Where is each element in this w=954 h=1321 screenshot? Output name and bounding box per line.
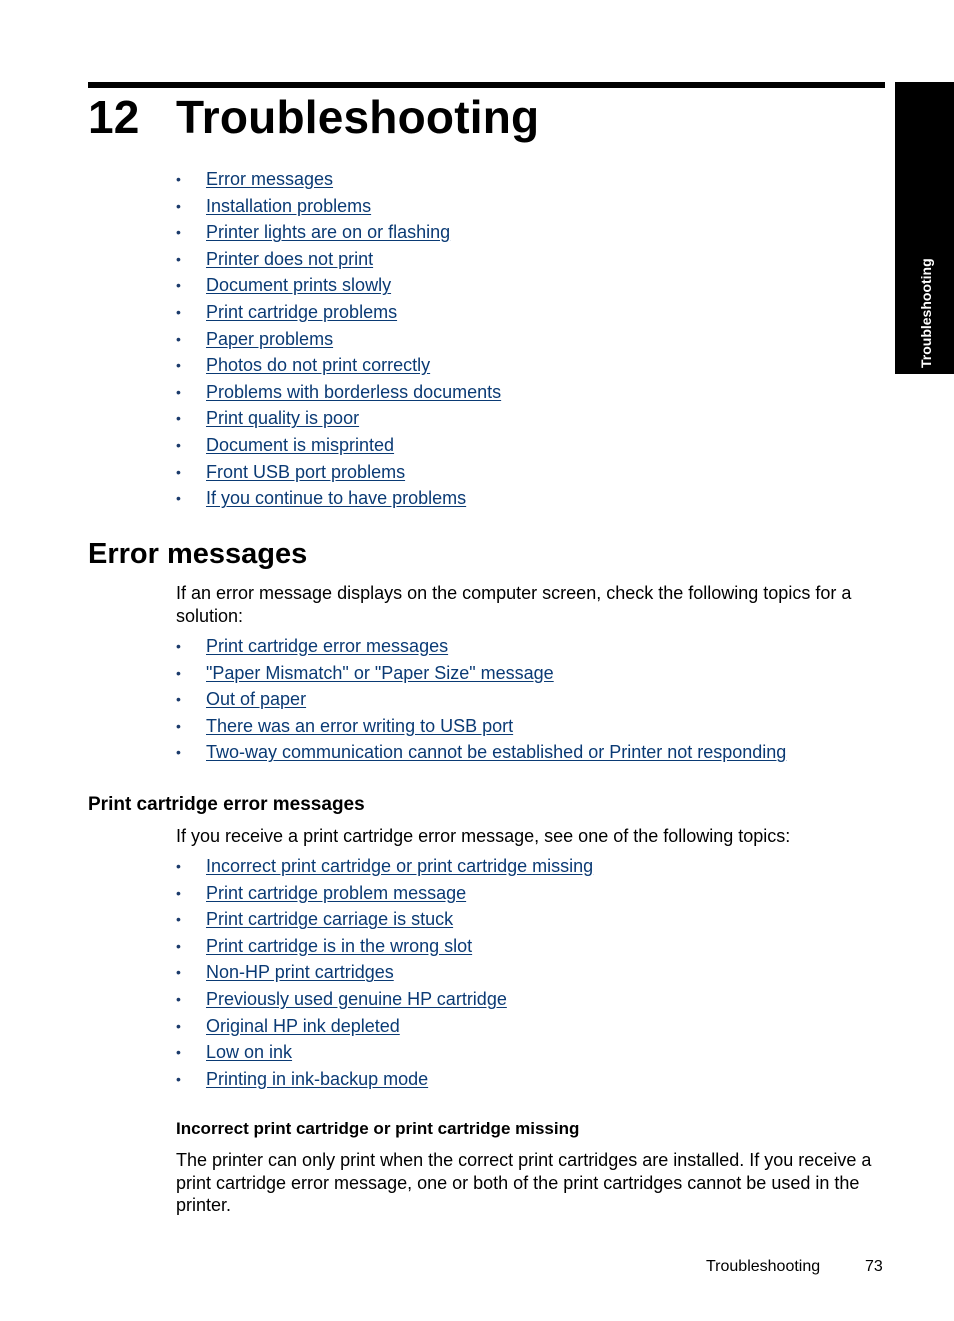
toc-link-continue-problems[interactable]: If you continue to have problems: [206, 488, 466, 508]
toc-link-document-prints-slowly[interactable]: Document prints slowly: [206, 275, 391, 295]
link-carriage-stuck[interactable]: Print cartridge carriage is stuck: [206, 909, 453, 929]
link-cartridge-problem-message[interactable]: Print cartridge problem message: [206, 883, 466, 903]
toc-item: Error messages: [176, 166, 501, 193]
print-cartridge-errors-list: Incorrect print cartridge or print cartr…: [176, 853, 593, 1092]
side-tab: Troubleshooting: [895, 82, 954, 374]
list-item: Print cartridge carriage is stuck: [176, 906, 593, 933]
list-item: Low on ink: [176, 1039, 593, 1066]
link-previously-used[interactable]: Previously used genuine HP cartridge: [206, 989, 507, 1009]
list-item: Print cartridge error messages: [176, 633, 786, 660]
toc-item: Front USB port problems: [176, 459, 501, 486]
list-item: Two-way communication cannot be establis…: [176, 739, 786, 766]
chapter-toc: Error messages Installation problems Pri…: [176, 166, 501, 512]
toc-link-misprinted[interactable]: Document is misprinted: [206, 435, 394, 455]
chapter-number: 12: [88, 91, 140, 143]
toc-item: Document prints slowly: [176, 272, 501, 299]
list-item: "Paper Mismatch" or "Paper Size" message: [176, 660, 786, 687]
link-usb-port-error[interactable]: There was an error writing to USB port: [206, 716, 513, 736]
toc-link-printer-does-not-print[interactable]: Printer does not print: [206, 249, 373, 269]
link-ink-backup-mode[interactable]: Printing in ink-backup mode: [206, 1069, 428, 1089]
link-non-hp-cartridges[interactable]: Non-HP print cartridges: [206, 962, 394, 982]
print-cartridge-errors-intro: If you receive a print cartridge error m…: [176, 826, 791, 846]
toc-link-printer-lights[interactable]: Printer lights are on or flashing: [206, 222, 450, 242]
list-item: Printing in ink-backup mode: [176, 1066, 593, 1093]
subsubsection-heading-incorrect-cartridge: Incorrect print cartridge or print cartr…: [176, 1119, 580, 1138]
footer-page-number: 73: [865, 1258, 883, 1275]
toc-link-print-cartridge-problems[interactable]: Print cartridge problems: [206, 302, 397, 322]
link-low-on-ink[interactable]: Low on ink: [206, 1042, 292, 1062]
toc-item: Print quality is poor: [176, 405, 501, 432]
list-item: Incorrect print cartridge or print cartr…: [176, 853, 593, 880]
incorrect-cartridge-body: The printer can only print when the corr…: [176, 1150, 872, 1215]
list-item: Print cartridge problem message: [176, 880, 593, 907]
toc-item: If you continue to have problems: [176, 485, 501, 512]
toc-item: Installation problems: [176, 193, 501, 220]
subsection-heading-print-cartridge-errors: Print cartridge error messages: [88, 794, 365, 815]
toc-item: Print cartridge problems: [176, 299, 501, 326]
chapter-title-text: Troubleshooting: [176, 91, 540, 143]
link-ink-depleted[interactable]: Original HP ink depleted: [206, 1016, 400, 1036]
side-tab-label: Troubleshooting: [918, 258, 934, 368]
toc-link-paper-problems[interactable]: Paper problems: [206, 329, 333, 349]
toc-link-installation-problems[interactable]: Installation problems: [206, 196, 371, 216]
link-paper-mismatch[interactable]: "Paper Mismatch" or "Paper Size" message: [206, 663, 554, 683]
toc-item: Paper problems: [176, 326, 501, 353]
section-heading-error-messages: Error messages: [88, 538, 308, 570]
link-incorrect-cartridge[interactable]: Incorrect print cartridge or print cartr…: [206, 856, 593, 876]
link-print-cartridge-error-messages[interactable]: Print cartridge error messages: [206, 636, 448, 656]
list-item: Non-HP print cartridges: [176, 959, 593, 986]
toc-link-error-messages[interactable]: Error messages: [206, 169, 333, 189]
toc-link-borderless[interactable]: Problems with borderless documents: [206, 382, 501, 402]
link-two-way-communication[interactable]: Two-way communication cannot be establis…: [206, 742, 786, 762]
toc-item: Photos do not print correctly: [176, 352, 501, 379]
list-item: Original HP ink depleted: [176, 1013, 593, 1040]
toc-link-print-quality[interactable]: Print quality is poor: [206, 408, 359, 428]
link-out-of-paper[interactable]: Out of paper: [206, 689, 306, 709]
chapter-title: 12 Troubleshooting: [88, 88, 539, 146]
toc-link-front-usb[interactable]: Front USB port problems: [206, 462, 405, 482]
link-wrong-slot[interactable]: Print cartridge is in the wrong slot: [206, 936, 472, 956]
toc-item: Document is misprinted: [176, 432, 501, 459]
list-item: Print cartridge is in the wrong slot: [176, 933, 593, 960]
list-item: Out of paper: [176, 686, 786, 713]
toc-item: Problems with borderless documents: [176, 379, 501, 406]
error-messages-intro: If an error message displays on the comp…: [176, 583, 852, 626]
toc-link-photos[interactable]: Photos do not print correctly: [206, 355, 430, 375]
toc-item: Printer does not print: [176, 246, 501, 273]
list-item: Previously used genuine HP cartridge: [176, 986, 593, 1013]
list-item: There was an error writing to USB port: [176, 713, 786, 740]
footer-section-label: Troubleshooting: [706, 1258, 821, 1275]
toc-item: Printer lights are on or flashing: [176, 219, 501, 246]
error-messages-list: Print cartridge error messages "Paper Mi…: [176, 633, 786, 766]
